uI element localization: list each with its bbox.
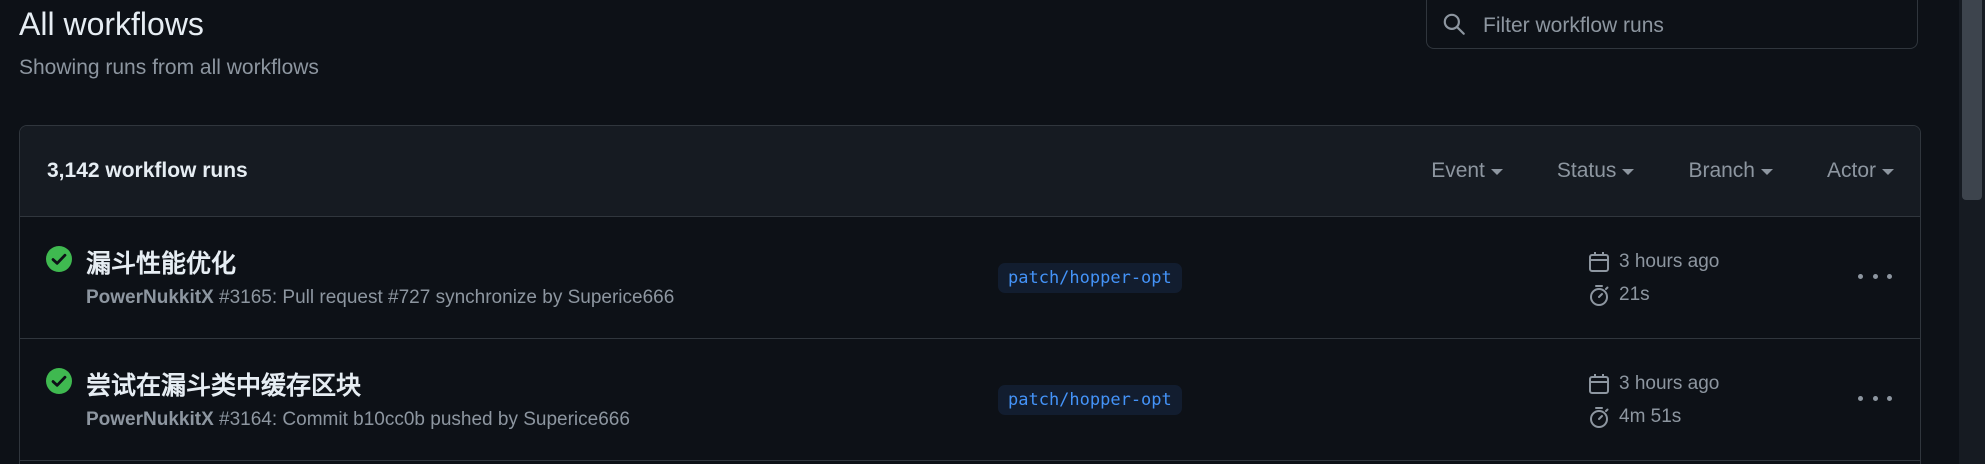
run-title-link[interactable]: 漏斗性能优化 [86,244,236,280]
filter-menus: Event Status Branch Actor [1431,159,1894,183]
branch-label[interactable]: patch/hopper-opt [998,263,1182,293]
calendar-icon [1589,374,1609,394]
filter-label: Branch [1688,159,1755,182]
workflow-run-count: 3,142 workflow runs [47,159,248,182]
filter-label: Status [1556,159,1617,182]
run-started-text: 3 hours ago [1619,373,1720,394]
run-more-options-button[interactable] [1858,386,1892,410]
filter-label: Event [1431,159,1485,182]
run-duration-text: 4m 51s [1619,406,1682,427]
scrollbar-thumb[interactable] [1962,0,1982,200]
run-meta: PowerNukkitX #3165: Pull request #727 sy… [86,287,674,309]
workflow-name: PowerNukkitX [86,287,214,308]
page-subtitle: Showing runs from all workflows [19,56,319,79]
calendar-icon [1589,252,1609,272]
filter-runs-input[interactable] [1481,8,1905,44]
workflow-name: PowerNukkitX [86,409,214,430]
caret-down-icon [1760,169,1773,175]
caret-down-icon [1622,169,1635,175]
workflow-runs-box: 3,142 workflow runs Event Status Branch … [19,125,1921,464]
run-detail: #3165: Pull request #727 synchronize by … [213,287,675,308]
run-detail: #3164: Commit b10cc0b pushed by Superice… [213,409,630,430]
branch-label[interactable]: patch/hopper-opt [998,385,1182,415]
run-started: 3 hours ago [1587,372,1719,396]
workflow-run-row: 漏斗性能优化 PowerNukkitX #3165: Pull request … [20,217,1920,339]
stopwatch-icon [1590,285,1609,306]
filter-runs-search[interactable] [1426,0,1918,49]
event-filter-button[interactable]: Event [1431,159,1503,183]
actor-filter-button[interactable]: Actor [1827,159,1894,183]
run-started: 3 hours ago [1587,250,1719,274]
run-more-options-button[interactable] [1858,264,1892,288]
workflow-runs-header: 3,142 workflow runs Event Status Branch … [20,126,1920,217]
caret-down-icon [1490,169,1503,175]
search-icon [1443,13,1465,35]
kebab-horizontal-icon [1858,395,1863,401]
status-filter-button[interactable]: Status [1557,159,1635,183]
stopwatch-icon [1590,407,1609,428]
check-circle-fill-icon [46,246,72,272]
run-title-link[interactable]: 尝试在漏斗类中缓存区块 [86,366,361,402]
check-circle-fill-icon [46,368,72,394]
caret-down-icon [1882,169,1894,175]
run-duration-text: 21s [1619,284,1650,305]
branch-filter-button[interactable]: Branch [1688,159,1773,183]
run-started-text: 3 hours ago [1619,251,1720,272]
workflow-run-row: 尝试在漏斗类中缓存区块 PowerNukkitX #3164: Commit b… [20,339,1920,461]
page-title: All workflows [19,6,204,42]
run-meta: PowerNukkitX #3164: Commit b10cc0b pushe… [86,409,630,431]
run-duration: 21s [1587,283,1650,307]
kebab-horizontal-icon [1858,273,1863,279]
page-scrollbar[interactable] [1959,0,1985,464]
filter-label: Actor [1826,159,1876,182]
workflows-page: All workflows Showing runs from all work… [0,0,1985,464]
run-duration: 4m 51s [1587,405,1681,429]
